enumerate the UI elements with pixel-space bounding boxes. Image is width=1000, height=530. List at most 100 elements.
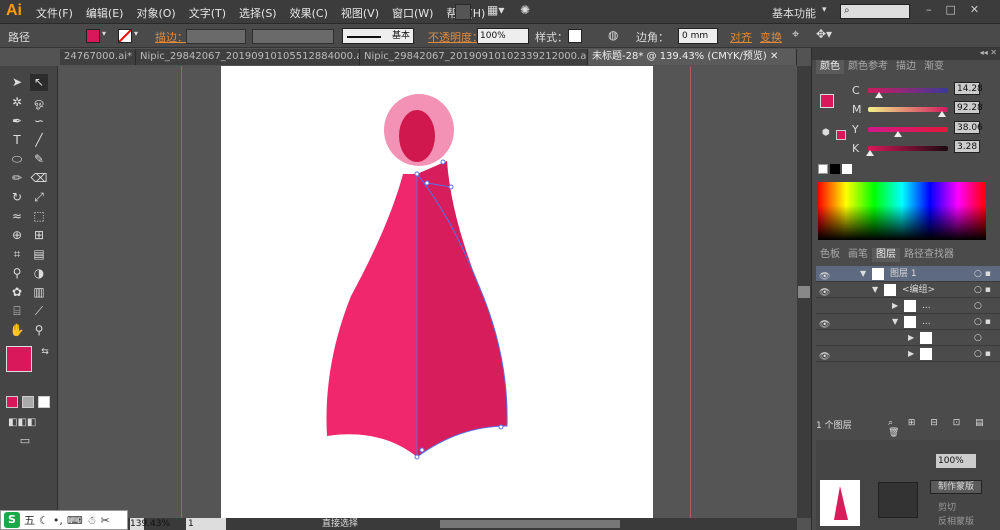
menu-type[interactable]: 文字(T): [189, 5, 226, 21]
direct-selection-tool-icon[interactable]: ↖: [30, 74, 48, 91]
tab-swatches[interactable]: 色板: [816, 248, 844, 262]
status-zoom[interactable]: 139.43%: [130, 518, 170, 530]
layer-row-6[interactable]: 👁 ▶ ○ ▪: [816, 346, 1000, 362]
bridge-icon[interactable]: [455, 4, 471, 20]
magenta-slider-thumb[interactable]: [937, 111, 946, 117]
pencil-icon[interactable]: ✏: [8, 170, 26, 187]
menu-object[interactable]: 对象(O): [136, 5, 175, 21]
layer-row-3[interactable]: ▶ ... ○: [816, 298, 1000, 314]
fill-swatch[interactable]: [86, 29, 100, 43]
tab-pathfinder[interactable]: 路径查找器: [900, 248, 958, 262]
page-field[interactable]: 1: [186, 518, 226, 530]
menu-file[interactable]: 文件(F): [36, 5, 73, 21]
panel-collapse-bar[interactable]: ◂◂ ✕: [812, 48, 1000, 60]
color-panel-fill[interactable]: [820, 94, 834, 108]
target-icon[interactable]: ○ ▪: [974, 314, 991, 330]
variable-width-dropdown[interactable]: [252, 29, 334, 44]
lasso-icon[interactable]: ஓ: [30, 94, 48, 111]
layer-row-5[interactable]: ▶ ○: [816, 330, 1000, 346]
none-mode-icon[interactable]: [38, 396, 50, 408]
opacity-field-lower[interactable]: 100%: [936, 454, 976, 468]
white-color-icon[interactable]: [842, 164, 852, 174]
stroke-swatch[interactable]: [118, 29, 132, 43]
ime-logo[interactable]: S: [4, 512, 20, 528]
ellipse-tool-icon[interactable]: ⬭: [8, 151, 26, 168]
rotate-tool-icon[interactable]: ↻: [8, 189, 26, 206]
color-spectrum[interactable]: [818, 182, 986, 240]
expand-icon[interactable]: ▶: [908, 330, 914, 346]
layer-row-1[interactable]: 👁 ▼ 图层 1 ○ ▪: [816, 266, 1000, 282]
graph-tool-icon[interactable]: ▥: [30, 284, 48, 301]
graphic-style-swatch[interactable]: [568, 29, 582, 43]
tab-layers[interactable]: 图层: [872, 248, 900, 262]
draw-mode-icon[interactable]: ◧◧◧: [8, 414, 36, 431]
clip-checkbox[interactable]: 剪切: [938, 500, 956, 513]
expand-icon[interactable]: ▼: [860, 266, 866, 282]
search-input[interactable]: ⌕: [840, 4, 910, 19]
ime-moon-icon[interactable]: ☾: [39, 514, 49, 527]
last-color-swatch[interactable]: [836, 130, 846, 140]
magenta-slider[interactable]: [868, 107, 948, 117]
hand-tool-icon[interactable]: ✋: [8, 322, 26, 339]
pen-tool-icon[interactable]: ✒: [8, 113, 26, 130]
tab-document-1[interactable]: 24767000.ai* ✕: [60, 49, 136, 65]
target-icon[interactable]: ○ ▪: [974, 282, 991, 298]
yellow-slider-thumb[interactable]: [894, 131, 903, 137]
free-transform-icon[interactable]: ⬚: [30, 208, 48, 225]
workspace-switcher[interactable]: 基本功能: [772, 5, 816, 21]
target-icon[interactable]: ○: [974, 298, 982, 314]
fill-color-box[interactable]: [6, 346, 32, 372]
stroke-chevron-icon[interactable]: ▾: [134, 29, 138, 38]
layer-name[interactable]: 图层 1: [890, 266, 917, 282]
tab-color[interactable]: 颜色: [816, 60, 844, 74]
tab-document-3[interactable]: Nipic_29842067_20190910102339212000.ai* …: [360, 49, 588, 65]
expand-icon[interactable]: ▼: [892, 314, 898, 330]
ime-punct-icon[interactable]: •,: [53, 514, 63, 527]
mesh-tool-icon[interactable]: ⌗: [8, 246, 26, 263]
panel-options-icon[interactable]: ✥▾: [816, 27, 832, 41]
expand-icon[interactable]: ▶: [892, 298, 898, 314]
scroll-thumb[interactable]: [798, 286, 810, 298]
curvature-tool-icon[interactable]: ∽: [30, 113, 48, 130]
layer-name[interactable]: ...: [922, 314, 931, 330]
tab-brushes[interactable]: 画笔: [844, 248, 872, 262]
black-slider-thumb[interactable]: [866, 150, 875, 156]
gradient-mode-icon[interactable]: [22, 396, 34, 408]
yellow-slider[interactable]: [868, 127, 948, 137]
workspace-chevron-icon[interactable]: ▾: [822, 5, 827, 15]
target-icon[interactable]: ○ ▪: [974, 266, 991, 282]
perspective-grid-icon[interactable]: ⊞: [30, 227, 48, 244]
swap-colors-icon[interactable]: ⇆: [36, 344, 54, 361]
ime-keyboard-icon[interactable]: ⌨: [67, 514, 83, 527]
blend-tool-icon[interactable]: ◑: [30, 265, 48, 282]
window-controls[interactable]: –□✕: [926, 3, 996, 16]
menu-edit[interactable]: 编辑(E): [86, 5, 124, 21]
recolor-icon[interactable]: ◍: [608, 28, 618, 42]
eyedropper-icon[interactable]: ⚲: [8, 265, 26, 282]
layer-name[interactable]: <编组>: [902, 282, 935, 298]
opacity-field[interactable]: 100%: [477, 28, 529, 44]
zoom-tool-icon[interactable]: ⚲: [30, 322, 48, 339]
tab-document-2[interactable]: Nipic_29842067_20190910105512884000.ai* …: [136, 49, 360, 65]
cyan-slider[interactable]: [868, 88, 948, 98]
tab-stroke[interactable]: 描边: [892, 60, 920, 74]
layer-row-4[interactable]: 👁 ▼ ... ○ ▪: [816, 314, 1000, 330]
make-mask-button[interactable]: 制作蒙版: [930, 480, 982, 494]
color-mode-icon[interactable]: [6, 396, 18, 408]
black-value[interactable]: 3.28: [954, 140, 980, 153]
eraser-icon[interactable]: ⌫: [30, 170, 48, 187]
line-tool-icon[interactable]: ╱: [30, 132, 48, 149]
stroke-weight-field[interactable]: [186, 29, 246, 44]
scale-tool-icon[interactable]: ⤢: [30, 189, 48, 206]
target-icon[interactable]: ○: [974, 330, 982, 346]
gradient-tool-icon[interactable]: ▤: [30, 246, 48, 263]
warp-tool-icon[interactable]: ≈: [8, 208, 26, 225]
black-slider[interactable]: [866, 146, 948, 156]
shape-builder-icon[interactable]: ⊕: [8, 227, 26, 244]
dress-artwork[interactable]: [221, 66, 653, 518]
selection-tool-icon[interactable]: ➤: [8, 74, 26, 91]
expand-icon[interactable]: ▶: [908, 346, 914, 362]
menu-window[interactable]: 窗口(W): [392, 5, 433, 21]
invert-mask-checkbox[interactable]: 反相蒙版: [938, 514, 974, 527]
ime-tool-icon[interactable]: ✂: [101, 514, 110, 527]
